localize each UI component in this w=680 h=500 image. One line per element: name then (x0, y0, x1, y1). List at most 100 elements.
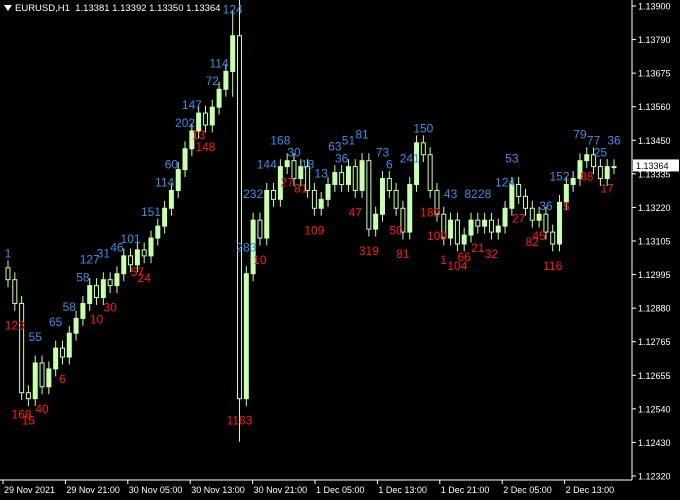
low-count-label: 15 (22, 414, 36, 428)
candle-body (339, 172, 345, 185)
candle-body (495, 225, 501, 233)
price-tick-label: 1.12655 (638, 371, 671, 381)
candle-body (264, 189, 270, 239)
candle-body (66, 332, 72, 358)
candle-body (359, 160, 365, 191)
candle-body (25, 392, 31, 400)
low-count-label: 123 (5, 318, 25, 332)
candle-body (257, 219, 263, 239)
candle-body (100, 279, 106, 299)
candle-body (271, 189, 277, 200)
candle-body (454, 219, 460, 245)
high-count-label: 72 (206, 74, 220, 88)
candle-body (468, 219, 474, 236)
candle-body (352, 166, 358, 191)
candle-body (550, 231, 556, 245)
high-count-label: 151 (141, 205, 161, 219)
low-count-label: 88 (580, 170, 594, 184)
candle-body (223, 70, 229, 90)
low-count-label: 27 (280, 176, 294, 190)
candle-body (237, 35, 243, 400)
high-count-label: 13 (315, 166, 329, 180)
low-count-label: 1 (440, 253, 447, 267)
low-count-label: 30 (103, 301, 117, 315)
low-count-label: 47 (349, 205, 363, 219)
time-tick-label: 30 Nov 21:00 (254, 485, 308, 495)
high-count-label: 241 (400, 151, 420, 165)
price-tick-label: 1.13790 (638, 35, 671, 45)
high-count-label: 58 (76, 270, 90, 284)
candle-body (448, 219, 454, 239)
candle-body (202, 112, 208, 126)
time-tick-label: 1 Dec 13:00 (378, 485, 427, 495)
current-price-label: 1.13364 (636, 161, 669, 171)
high-count-label: 58 (63, 300, 77, 314)
time-tick-label: 30 Nov 13:00 (191, 485, 245, 495)
candle-body (5, 267, 11, 281)
candle-body (94, 285, 100, 299)
time-tick-label: 1 Dec 05:00 (316, 485, 365, 495)
candle-body (12, 279, 18, 304)
high-count-label: 147 (182, 98, 202, 112)
candle-body (611, 166, 617, 169)
candle-body (475, 219, 481, 227)
high-count-label: 51 (342, 134, 356, 148)
low-count-label: 109 (427, 229, 447, 243)
time-tick-label: 30 Nov 05:00 (129, 485, 183, 495)
price-tick-label: 1.12765 (638, 337, 671, 347)
high-count-label: 36 (335, 151, 349, 165)
price-tick-label: 1.13675 (638, 69, 671, 79)
dropdown-triangle-icon (4, 5, 12, 12)
high-count-label: 53 (505, 151, 519, 165)
low-count-label: 319 (359, 244, 379, 258)
candle-body (311, 189, 317, 209)
time-tick-label: 29 Nov 21:00 (66, 485, 120, 495)
high-count-label: 25 (594, 146, 608, 160)
candle-body (604, 166, 610, 180)
low-count-label: 27 (512, 211, 526, 225)
price-tick-label: 1.13105 (638, 237, 671, 247)
price-tick-label: 1.13560 (638, 102, 671, 112)
high-count-label: 144 (257, 157, 277, 171)
candle-body (121, 255, 127, 275)
candle-body (182, 148, 188, 171)
low-count-label: 17 (601, 182, 615, 196)
low-count-label: 81 (294, 182, 308, 196)
high-count-label: 43 (444, 187, 458, 201)
high-count-label: 1 (5, 247, 12, 261)
candle-body (393, 189, 399, 209)
candle-body (141, 249, 147, 257)
candle-body (597, 166, 603, 180)
high-count-label: 31 (97, 247, 111, 261)
candle-body (516, 183, 522, 197)
candle-body (162, 207, 168, 227)
candle-body (284, 160, 290, 168)
candle-body (482, 219, 488, 227)
candle-body (570, 178, 576, 185)
candle-body (46, 368, 52, 388)
candle-body (114, 273, 120, 287)
symbol-name: EURUSD,H1 (15, 3, 70, 14)
price-tick-label: 1.12430 (638, 438, 671, 448)
price-chart[interactable]: 15565585812731 46101151114601472027211412… (0, 0, 680, 500)
low-count-label: 40 (35, 402, 49, 416)
candle-body (420, 142, 426, 156)
high-count-label: 114 (210, 56, 229, 70)
high-count-label: 150 (413, 122, 433, 136)
chart-window[interactable]: 1 55 65 58 58 127 31 46 101 151 114 60 147 202 72 114 12… (0, 0, 680, 500)
price-tick-label: 1.13220 (638, 203, 671, 213)
high-count-label: 232 (243, 187, 263, 201)
high-count-label: 101 (121, 232, 141, 246)
low-count-label: 24 (138, 271, 152, 285)
high-count-label: 6 (386, 157, 393, 171)
low-count-label: 182 (420, 205, 440, 219)
candle-body (502, 207, 508, 227)
price-tick-label: 1.12995 (638, 270, 671, 280)
low-count-label: 116 (543, 259, 562, 273)
candle-body (488, 219, 494, 233)
price-tick-label: 1.12320 (638, 472, 671, 482)
candle-body (557, 201, 563, 245)
low-count-label: 45 (532, 229, 546, 243)
low-count-label: 81 (396, 247, 410, 261)
candle-body (32, 362, 38, 400)
